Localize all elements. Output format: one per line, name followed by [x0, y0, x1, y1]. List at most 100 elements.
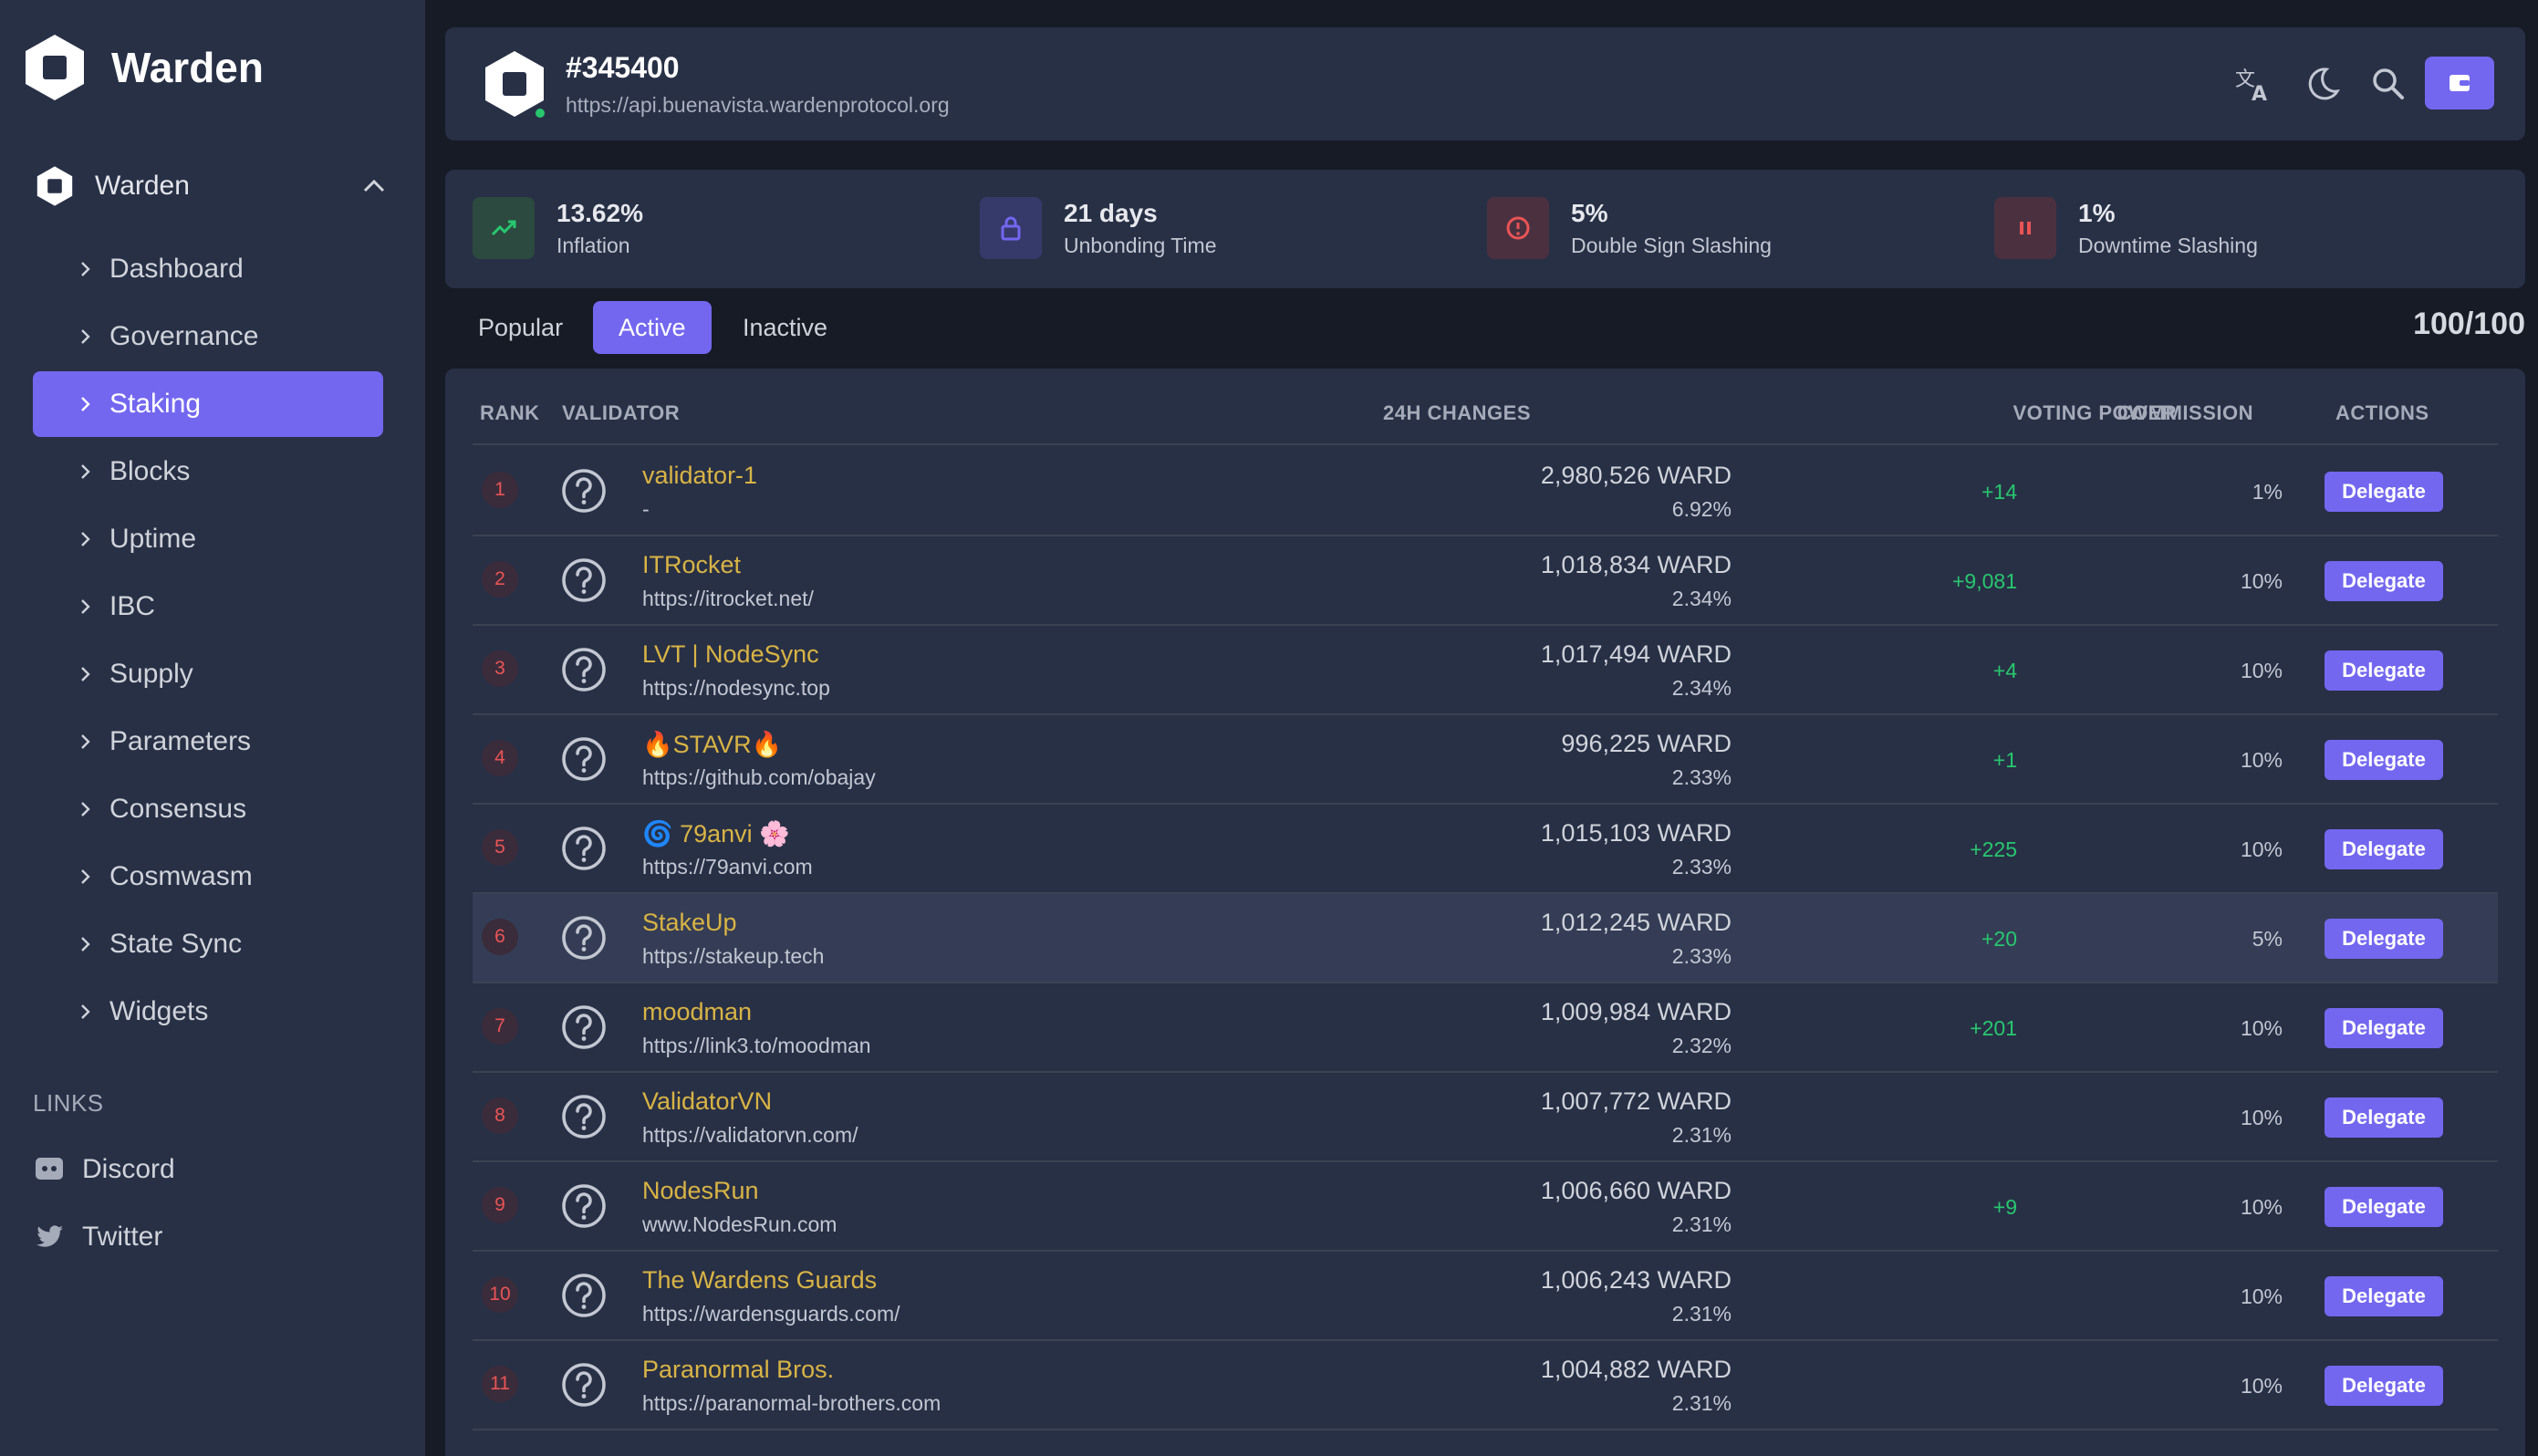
- chevron-right-icon: [81, 802, 90, 816]
- voting-power: 1,004,882 WARD: [1540, 1356, 1732, 1383]
- validator-avatar-icon: [560, 1182, 608, 1230]
- 24h-change: +4: [1992, 659, 2017, 682]
- tab-inactive[interactable]: Inactive: [717, 301, 853, 354]
- validator-name[interactable]: 🌀 79anvi 🌸: [642, 819, 790, 848]
- validator-website: https://stakeup.tech: [642, 944, 825, 968]
- rank-badge: 6: [482, 919, 518, 955]
- commission-rate: 5%: [2252, 927, 2283, 951]
- sidebar-item-governance[interactable]: Governance: [33, 304, 383, 369]
- sidebar-item-label: Governance: [109, 321, 259, 351]
- voting-power-percent: 2.34%: [1671, 676, 1732, 700]
- delegate-button[interactable]: Delegate: [2325, 561, 2443, 601]
- 24h-change: +225: [1970, 837, 2017, 861]
- validator-website: https://validatorvn.com/: [642, 1123, 858, 1147]
- sidebar-item-widgets[interactable]: Widgets: [33, 979, 383, 1045]
- validator-website: https://nodesync.top: [642, 676, 830, 700]
- sidebar-item-cosmwasm[interactable]: Cosmwasm: [33, 844, 383, 910]
- voting-power: 1,017,494 WARD: [1540, 640, 1732, 668]
- chevron-right-icon: [81, 262, 90, 276]
- sidebar-group-label: Warden: [95, 171, 190, 201]
- rank-badge: 5: [482, 829, 518, 866]
- validator-name[interactable]: LVT | NodeSync: [642, 640, 819, 669]
- delegate-button[interactable]: Delegate: [2325, 1097, 2443, 1138]
- voting-power: 2,980,526 WARD: [1540, 462, 1732, 489]
- link-discord[interactable]: Discord: [33, 1144, 175, 1195]
- tab-active[interactable]: Active: [593, 301, 712, 354]
- delegate-button[interactable]: Delegate: [2325, 650, 2443, 691]
- column-header-actions: ACTIONS: [2335, 401, 2429, 424]
- sidebar-item-staking[interactable]: Staking: [33, 371, 383, 437]
- validator-name[interactable]: StakeUp: [642, 909, 737, 937]
- validator-name[interactable]: 🔥STAVR🔥: [642, 730, 782, 759]
- translate-icon[interactable]: 文 A: [2231, 62, 2275, 106]
- validator-avatar-icon: [560, 646, 608, 693]
- validator-avatar-icon: [560, 467, 608, 515]
- sidebar-group-warden[interactable]: Warden: [33, 159, 389, 213]
- validator-name[interactable]: The Wardens Guards: [642, 1266, 877, 1295]
- stat-value: 21 days: [1064, 198, 1158, 227]
- sidebar-item-state-sync[interactable]: State Sync: [33, 911, 383, 977]
- validator-website: https://paranormal-brothers.com: [642, 1391, 941, 1415]
- sidebar-item-uptime[interactable]: Uptime: [33, 506, 383, 572]
- warden-logo-icon: [26, 35, 84, 100]
- column-header-validator: VALIDATOR: [562, 401, 681, 424]
- delegate-button[interactable]: Delegate: [2325, 829, 2443, 869]
- search-icon[interactable]: [2366, 62, 2410, 106]
- link-twitter[interactable]: Twitter: [33, 1212, 162, 1263]
- commission-rate: 10%: [2240, 1106, 2283, 1129]
- 24h-change: +20: [1981, 927, 2017, 951]
- validator-name[interactable]: NodesRun: [642, 1177, 759, 1205]
- brand[interactable]: Warden: [18, 31, 264, 104]
- moon-icon[interactable]: [2299, 62, 2343, 106]
- voting-power-percent: 2.32%: [1671, 1034, 1732, 1057]
- column-header-rank: RANK: [480, 401, 540, 424]
- stat-inflation: 13.62% Inflation: [473, 195, 643, 261]
- validator-name[interactable]: moodman: [642, 998, 752, 1026]
- table-row: 10 The Wardens Guards https://wardensguard…: [473, 1252, 2498, 1341]
- validator-website: https://itrocket.net/: [642, 587, 814, 610]
- validator-website: https://79anvi.com: [642, 855, 813, 879]
- delegate-button[interactable]: Delegate: [2325, 1187, 2443, 1227]
- commission-rate: 10%: [2240, 1016, 2283, 1040]
- sidebar-item-ibc[interactable]: IBC: [33, 574, 383, 640]
- sidebar-item-consensus[interactable]: Consensus: [33, 776, 383, 842]
- wallet-icon: [2450, 75, 2470, 91]
- voting-power: 1,009,984 WARD: [1540, 998, 1732, 1025]
- sidebar-item-label: Dashboard: [109, 254, 244, 284]
- chevron-right-icon: [81, 397, 90, 411]
- wallet-button[interactable]: [2425, 57, 2494, 109]
- latest-block-height[interactable]: #345400: [566, 51, 680, 85]
- sidebar-item-supply[interactable]: Supply: [33, 641, 383, 707]
- validator-name[interactable]: ITRocket: [642, 551, 741, 579]
- validator-avatar-icon: [560, 914, 608, 962]
- sidebar-item-parameters[interactable]: Parameters: [33, 709, 383, 775]
- sidebar-item-label: Consensus: [109, 794, 247, 824]
- chevron-right-icon: [81, 532, 90, 546]
- validator-website: https://link3.to/moodman: [642, 1034, 871, 1057]
- stat-label: Double Sign Slashing: [1571, 233, 1772, 257]
- chevron-right-icon: [81, 734, 90, 749]
- table-row: 2 ITRocket https://itrocket.net/1,018,834 …: [473, 536, 2498, 626]
- delegate-button[interactable]: Delegate: [2325, 472, 2443, 512]
- 24h-change: +14: [1981, 480, 2017, 504]
- tab-popular[interactable]: Popular: [452, 301, 588, 354]
- validator-name[interactable]: Paranormal Bros.: [642, 1356, 834, 1384]
- validator-name[interactable]: validator-1: [642, 462, 757, 490]
- sidebar-item-blocks[interactable]: Blocks: [33, 439, 383, 504]
- voting-power: 996,225 WARD: [1561, 730, 1732, 757]
- 24h-change: +9,081: [1952, 569, 2017, 593]
- delegate-button[interactable]: Delegate: [2325, 740, 2443, 780]
- delegate-button[interactable]: Delegate: [2325, 1276, 2443, 1316]
- delegate-button[interactable]: Delegate: [2325, 919, 2443, 959]
- sidebar-item-dashboard[interactable]: Dashboard: [33, 236, 383, 302]
- voting-power: 1,006,243 WARD: [1540, 1266, 1732, 1294]
- delegate-button[interactable]: Delegate: [2325, 1008, 2443, 1048]
- rank-badge: 7: [482, 1008, 518, 1045]
- chevron-up-icon[interactable]: [359, 172, 389, 201]
- rpc-endpoint[interactable]: https://api.buenavista.wardenprotocol.or…: [566, 93, 950, 118]
- validator-avatar-icon: [560, 1272, 608, 1319]
- delegate-button[interactable]: Delegate: [2325, 1366, 2443, 1406]
- 24h-change: +9: [1992, 1195, 2017, 1219]
- validator-name[interactable]: ValidatorVN: [642, 1087, 772, 1116]
- 24h-change: +1: [1992, 748, 2017, 772]
